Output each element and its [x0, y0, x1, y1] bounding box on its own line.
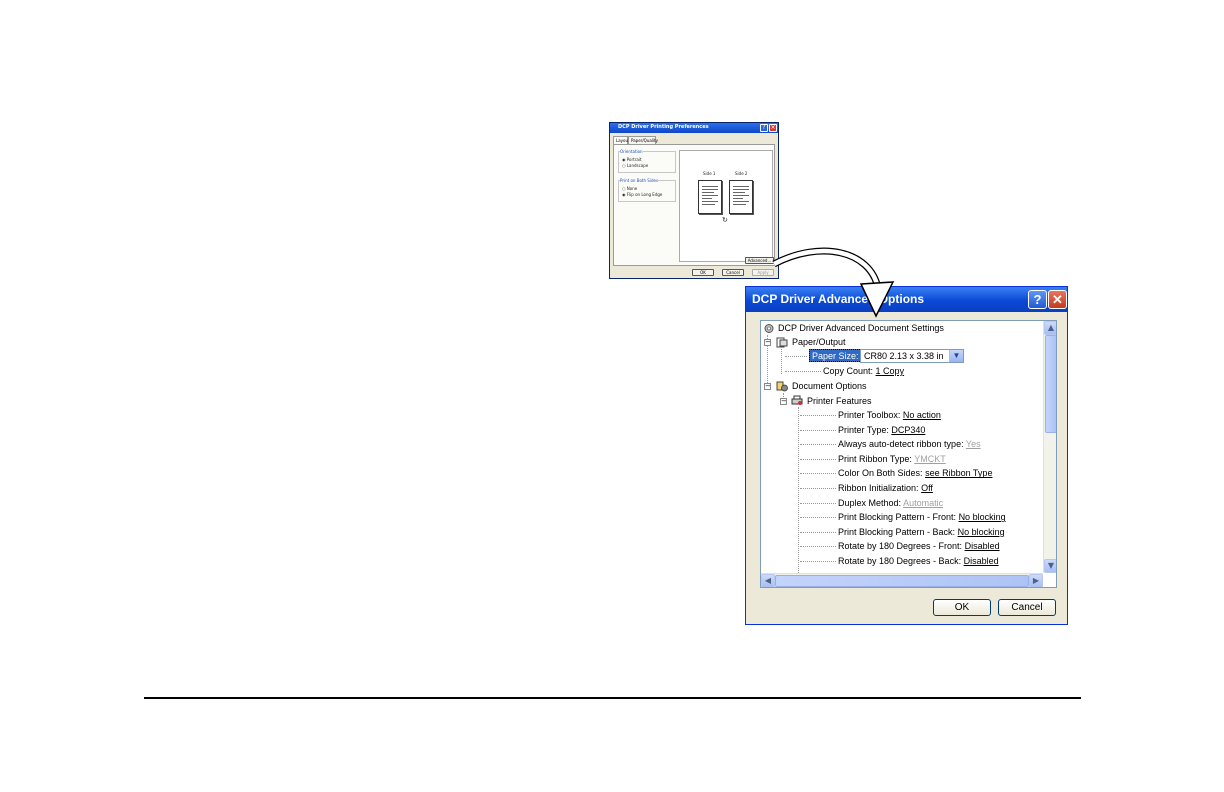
close-icon[interactable]: ✕: [1048, 290, 1067, 309]
printer-feature-item[interactable]: Rotate by 180 Degrees - Back: Disabled: [838, 555, 999, 568]
ok-button[interactable]: OK: [933, 599, 991, 616]
help-icon[interactable]: ?: [760, 124, 768, 132]
vertical-scrollbar[interactable]: ▲ ▼: [1043, 321, 1056, 573]
printer-feature-item[interactable]: Print Ribbon Type: YMCKT: [838, 453, 946, 466]
tree-document-options[interactable]: Document Options: [792, 380, 867, 393]
collapse-printer-features[interactable]: −: [780, 398, 787, 405]
radio-none-label: None: [626, 186, 638, 191]
feature-label: Printer Type:: [838, 424, 889, 435]
scroll-up-icon[interactable]: ▲: [1044, 321, 1056, 335]
radio-portrait[interactable]: ◉ Portrait: [622, 157, 641, 162]
tab-paper-quality[interactable]: Paper/Quality: [628, 136, 658, 144]
feature-value[interactable]: No blocking: [959, 512, 1006, 522]
copy-count-item[interactable]: Copy Count: 1 Copy: [823, 365, 904, 378]
footer-rule: [144, 697, 1081, 699]
paper-output-icon: [776, 337, 788, 348]
printing-preferences-dialog: DCP Driver Printing Preferences ? × Layo…: [609, 122, 779, 279]
side2-label: Side 2: [735, 171, 748, 176]
printer-feature-item[interactable]: Rotate by 180 Degrees - Front: Disabled: [838, 540, 1000, 553]
two-sided-group: [618, 180, 676, 202]
printer-feature-item[interactable]: Print Blocking Pattern - Front: No block…: [838, 511, 1006, 524]
feature-value[interactable]: No blocking: [958, 527, 1005, 537]
feature-value[interactable]: Disabled: [964, 556, 999, 566]
feature-label: Ribbon Initialization:: [838, 483, 919, 493]
tab-layout[interactable]: Layout: [613, 136, 630, 144]
chevron-down-icon[interactable]: ▼: [949, 350, 963, 362]
feature-value[interactable]: Automatic: [903, 498, 943, 508]
horizontal-scrollbar[interactable]: ◀ ▶: [761, 573, 1043, 587]
flip-icon: ↻: [722, 216, 728, 224]
layout-preview: Side 1 Side 2 ↻: [679, 150, 773, 262]
feature-value[interactable]: Yes: [966, 439, 981, 449]
scroll-left-icon[interactable]: ◀: [761, 574, 775, 587]
advanced-options-dialog: DCP Driver Advanced Options ? ✕ DCP Driv…: [745, 286, 1068, 625]
horizontal-scroll-thumb[interactable]: [775, 575, 1029, 587]
close-icon[interactable]: ×: [769, 124, 777, 132]
paper-size-value: CR80 2.13 x 3.38 in: [864, 351, 944, 361]
radio-flip-long-edge-label: Flip on Long Edge: [626, 192, 663, 197]
radio-landscape[interactable]: ○ Landscape: [622, 163, 648, 168]
paper-size-select[interactable]: CR80 2.13 x 3.38 in ▼: [860, 349, 964, 363]
curved-arrow-icon: [772, 247, 895, 318]
feature-value[interactable]: DCP340: [891, 425, 925, 435]
feature-value[interactable]: YMCKT: [914, 454, 946, 464]
collapse-paper-output[interactable]: −: [764, 339, 771, 346]
pref-cancel-button[interactable]: Cancel: [722, 269, 744, 276]
scroll-down-icon[interactable]: ▼: [1044, 559, 1056, 573]
radio-portrait-label: Portrait: [626, 157, 642, 162]
feature-label: Rotate by 180 Degrees - Back:: [838, 556, 962, 566]
printer-feature-item[interactable]: Print Blocking Pattern - Back: No blocki…: [838, 526, 1005, 539]
printer-feature-item[interactable]: Color On Both Sides: see Ribbon Type: [838, 467, 992, 480]
help-icon[interactable]: ?: [1028, 290, 1047, 309]
copy-count-label: Copy Count:: [823, 366, 874, 376]
printer-feature-item[interactable]: Printer Type: DCP340: [838, 424, 925, 437]
printer-feature-item[interactable]: Duplex Method: Automatic: [838, 497, 943, 510]
document-options-icon: [776, 381, 788, 392]
feature-label: Always auto-detect ribbon type:: [838, 439, 964, 450]
pref-tab-panel: Orientation ◉ Portrait ○ Landscape Print…: [613, 144, 775, 266]
settings-tree: DCP Driver Advanced Document Settings − …: [760, 320, 1057, 588]
scroll-right-icon[interactable]: ▶: [1029, 574, 1043, 587]
preview-page-side1: [698, 180, 722, 214]
feature-label: Printer Toolbox:: [838, 410, 901, 420]
feature-label: Print Ribbon Type:: [838, 453, 912, 464]
feature-label: Print Blocking Pattern - Front:: [838, 512, 957, 523]
feature-value[interactable]: No action: [903, 410, 941, 420]
feature-label: Color On Both Sides:: [838, 468, 923, 479]
side1-label: Side 1: [703, 171, 716, 176]
copy-count-value[interactable]: 1 Copy: [876, 366, 905, 376]
feature-label: Duplex Method:: [838, 497, 902, 508]
printer-feature-item[interactable]: Always auto-detect ribbon type: Yes: [838, 438, 981, 451]
vertical-scroll-thumb[interactable]: [1045, 335, 1056, 433]
radio-none[interactable]: ○ None: [622, 186, 637, 191]
orientation-group: [618, 151, 676, 173]
feature-value[interactable]: Off: [921, 483, 933, 493]
two-sided-group-label: Print on Both Sides: [620, 178, 659, 183]
feature-value[interactable]: Disabled: [965, 541, 1000, 551]
pref-ok-button[interactable]: OK: [692, 269, 714, 276]
pref-dialog-title: DCP Driver Printing Preferences: [618, 124, 709, 130]
tree-paper-output[interactable]: Paper/Output: [792, 336, 846, 349]
tree-printer-features[interactable]: Printer Features: [807, 395, 872, 408]
printer-feature-item[interactable]: Printer Toolbox: No action: [838, 409, 941, 422]
printer-features-icon: [791, 395, 803, 405]
preview-page-side2: [729, 180, 753, 214]
paper-size-label[interactable]: Paper Size:: [809, 349, 862, 362]
feature-value[interactable]: see Ribbon Type: [925, 468, 992, 478]
pref-title-bar: DCP Driver Printing Preferences ? ×: [610, 123, 778, 133]
cancel-button[interactable]: Cancel: [998, 599, 1056, 616]
printer-feature-item[interactable]: Ribbon Initialization: Off: [838, 482, 933, 495]
collapse-document-options[interactable]: −: [764, 383, 771, 390]
feature-label: Rotate by 180 Degrees - Front:: [838, 541, 963, 552]
radio-landscape-label: Landscape: [626, 163, 649, 168]
orientation-group-label: Orientation: [620, 149, 643, 154]
feature-label: Print Blocking Pattern - Back:: [838, 526, 956, 537]
radio-flip-long-edge[interactable]: ◉ Flip on Long Edge: [622, 192, 662, 197]
